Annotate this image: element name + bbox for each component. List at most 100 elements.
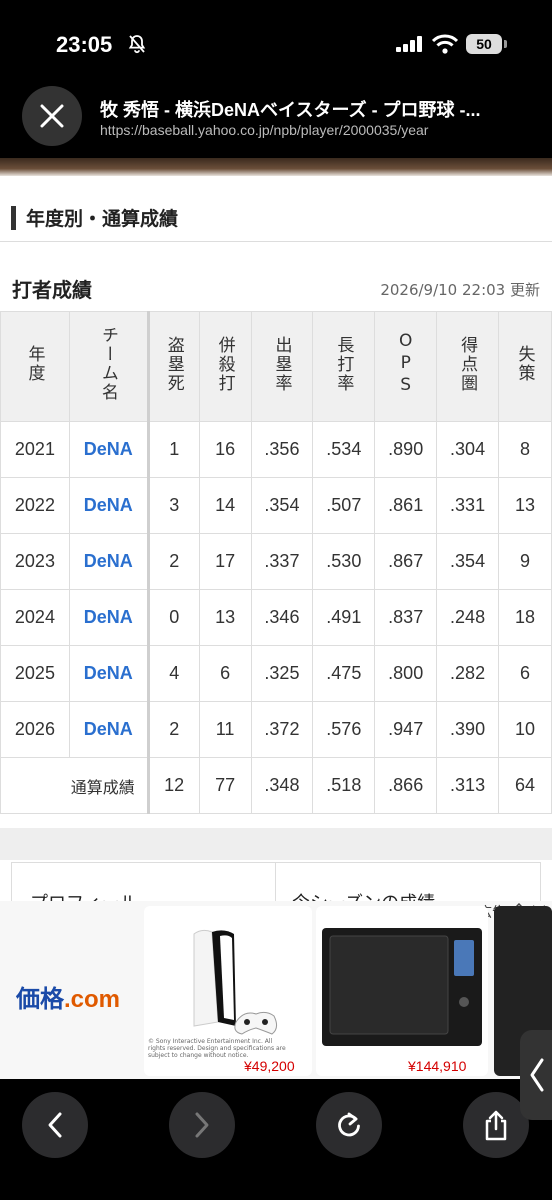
- header-caught-stealing: 盗塁死: [147, 311, 200, 422]
- cell-err: 13: [498, 477, 552, 534]
- cell-gdp: 16: [198, 421, 252, 478]
- cell-cs: 3: [147, 477, 200, 534]
- cell-obp: .337: [250, 533, 314, 590]
- cell-risp: .390: [436, 701, 500, 758]
- ad-banner[interactable]: 価格.com 広告 © Sony Interactive Entertainme…: [0, 901, 552, 1079]
- cell-ops: .947: [374, 701, 438, 758]
- cell-cs: 2: [147, 533, 200, 590]
- cell-obp: .372: [250, 701, 314, 758]
- team-link[interactable]: DeNA: [68, 421, 150, 478]
- cell-slg: .534: [312, 421, 376, 478]
- table-row: 2021 DeNA 1 16 .356 .534 .890 .304 8: [0, 421, 552, 478]
- ad-price: ¥144,910: [408, 1058, 467, 1074]
- cell-cs: 1: [147, 421, 200, 478]
- cell-err: 18: [498, 589, 552, 646]
- ad-logo[interactable]: 価格.com: [16, 979, 120, 1014]
- browser-header: 牧 秀悟 - 横浜DeNAベイスターズ - プロ野球 -... https://…: [0, 82, 552, 158]
- section-title: 年度別・通算成績: [26, 208, 179, 230]
- cell-ops: .867: [374, 533, 438, 590]
- battery-cap: [504, 40, 507, 48]
- team-link[interactable]: DeNA: [68, 589, 150, 646]
- section-divider: [0, 828, 552, 860]
- battery-indicator: 50: [466, 34, 502, 54]
- header-risp: 得点圏: [436, 311, 500, 422]
- back-button[interactable]: [22, 1092, 88, 1158]
- close-button[interactable]: [22, 86, 82, 146]
- cell-obp: .356: [250, 421, 314, 478]
- ad-product-ps5[interactable]: © Sony Interactive Entertainment Inc. Al…: [144, 906, 312, 1076]
- cell-cs: 4: [147, 645, 200, 702]
- ad-price: ¥49,200: [244, 1058, 295, 1074]
- header-errors: 失策: [498, 311, 552, 422]
- cell-slg: .576: [312, 701, 376, 758]
- cell-risp: .313: [436, 757, 500, 814]
- cell-err: 10: [498, 701, 552, 758]
- console-product-image: [193, 929, 278, 1035]
- forward-button[interactable]: [169, 1092, 235, 1158]
- cell-obp: .348: [250, 757, 314, 814]
- header-ops: OPS: [374, 311, 438, 422]
- cell-ops: .866: [374, 757, 438, 814]
- reload-icon: [338, 1112, 360, 1137]
- team-link[interactable]: DeNA: [68, 645, 150, 702]
- section-accent-bar: [11, 206, 16, 230]
- total-label: 通算成績: [0, 757, 150, 814]
- cell-err: 64: [498, 757, 552, 814]
- cell-slg: .507: [312, 477, 376, 534]
- cell-gdp: 13: [198, 589, 252, 646]
- cell-year: 2024: [0, 589, 70, 646]
- screen: 23:05 50 牧 秀悟 - 横浜DeNAベイスターズ - プロ野球 -...…: [0, 0, 552, 1200]
- cell-year: 2026: [0, 701, 70, 758]
- cell-risp: .304: [436, 421, 500, 478]
- ad-fine-print: © Sony Interactive Entertainment Inc. Al…: [148, 1038, 286, 1059]
- browser-toolbar: [0, 1079, 552, 1200]
- cell-slg: .475: [312, 645, 376, 702]
- clock: 23:05: [56, 32, 113, 57]
- cell-obp: .354: [250, 477, 314, 534]
- cell-slg: .530: [312, 533, 376, 590]
- cell-slg: .491: [312, 589, 376, 646]
- cell-cs: 12: [147, 757, 200, 814]
- cell-err: 6: [498, 645, 552, 702]
- cell-err: 9: [498, 533, 552, 590]
- cell-gdp: 14: [198, 477, 252, 534]
- page-url[interactable]: https://baseball.yahoo.co.jp/npb/player/…: [100, 122, 540, 138]
- cell-slg: .518: [312, 757, 376, 814]
- reload-button[interactable]: [316, 1092, 382, 1158]
- page-title: 牧 秀悟 - 横浜DeNAベイスターズ - プロ野球 -...: [100, 100, 481, 120]
- oven-product-image: [322, 928, 482, 1046]
- status-bar: 23:05 50: [0, 0, 552, 82]
- close-icon: [40, 104, 64, 128]
- chevron-right-icon: [195, 1112, 209, 1138]
- table-row: 2024 DeNA 0 13 .346 .491 .837 .248 18: [0, 589, 552, 646]
- table-row: 2023 DeNA 2 17 .337 .530 .867 .354 9: [0, 533, 552, 590]
- cell-ops: .861: [374, 477, 438, 534]
- cell-year: 2021: [0, 421, 70, 478]
- cell-gdp: 77: [198, 757, 252, 814]
- cell-obp: .325: [250, 645, 314, 702]
- header-slg: 長打率: [312, 311, 376, 422]
- cell-year: 2022: [0, 477, 70, 534]
- bell-muted-icon: [127, 34, 147, 54]
- cell-risp: .331: [436, 477, 500, 534]
- cell-cs: 0: [147, 589, 200, 646]
- cell-cs: 2: [147, 701, 200, 758]
- table-header-row: 年度 チーム名 盗塁死 併殺打 出塁率 長打率 OPS 得点圏 失策: [0, 311, 552, 422]
- section-header: 年度別・通算成績: [0, 196, 552, 242]
- cell-year: 2023: [0, 533, 70, 590]
- ad-product-oven[interactable]: ¥144,910: [316, 906, 488, 1076]
- side-panel-handle[interactable]: [520, 1030, 552, 1120]
- table-row: 2025 DeNA 4 6 .325 .475 .800 .282 6: [0, 645, 552, 702]
- cell-ops: .837: [374, 589, 438, 646]
- header-year: 年度: [0, 311, 70, 422]
- cell-gdp: 6: [198, 645, 252, 702]
- cellular-signal-icon: [396, 36, 424, 56]
- team-link[interactable]: DeNA: [68, 533, 150, 590]
- team-link[interactable]: DeNA: [68, 701, 150, 758]
- team-link[interactable]: DeNA: [68, 477, 150, 534]
- wifi-icon: [431, 34, 459, 58]
- updated-timestamp: 2026/9/10 22:03 更新: [380, 281, 540, 299]
- chevron-left-icon: [48, 1112, 62, 1138]
- table-row: 2022 DeNA 3 14 .354 .507 .861 .331 13: [0, 477, 552, 534]
- cell-risp: .248: [436, 589, 500, 646]
